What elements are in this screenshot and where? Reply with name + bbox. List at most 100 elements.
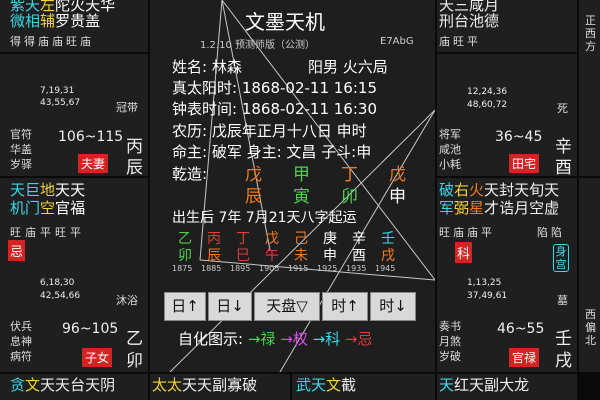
palace-zhi: 戌 — [555, 351, 572, 371]
star-status-2: 陷陷 — [537, 226, 565, 239]
legend-quan: →权 — [280, 330, 308, 348]
star-status: 庙旺平 — [439, 35, 481, 48]
age-range: 36~45 — [495, 129, 543, 145]
star-status: 旺庙平旺平 — [10, 226, 85, 239]
star: 机 — [10, 199, 26, 217]
star-status: 旺庙庙平 — [439, 226, 495, 239]
hour-down-button[interactable]: 时↓ — [370, 292, 416, 321]
star: 巨 — [25, 181, 41, 199]
palace-fuqi[interactable]: 7,19,31 43,55,67 冠带 官符 华盖 岁驿 106~115 丙 辰… — [0, 54, 148, 176]
name-line: 姓名: 林森 — [172, 58, 242, 76]
app-code: E7AbG — [380, 36, 414, 47]
star: 天 — [70, 181, 86, 199]
star: 台 — [70, 376, 86, 394]
shen-palace-badge: 身宫 — [553, 244, 569, 272]
hour-up-button[interactable]: 时↑ — [322, 292, 368, 321]
star: 天 — [55, 376, 71, 394]
lunar-date: 农历: 戊辰年正月十八日 申时 — [172, 122, 367, 140]
palace-name: 子女 — [82, 348, 113, 367]
star: 德 — [484, 12, 500, 30]
dayun-year: 1905 — [259, 264, 280, 273]
palace-top-right[interactable]: 天三咸月 刑台池德 庙旺平 — [437, 0, 577, 52]
star: 副 — [212, 376, 228, 394]
dayun-branch: 戌 — [381, 248, 395, 264]
god-3: 病符 — [10, 350, 32, 363]
star: 副 — [484, 376, 500, 394]
star: 天 — [311, 376, 327, 394]
palace-zinv[interactable]: 天巨地天天 机门空官福 旺庙平旺平 忌 6,18,30 42,54,66 沐浴 … — [0, 178, 148, 372]
tianpan-dropdown[interactable]: 天盘▽ — [254, 292, 320, 321]
dayun-year: 1875 — [172, 264, 193, 273]
dayun-branch: 申 — [323, 248, 337, 264]
bazi-branch-month: 寅 — [293, 187, 310, 207]
legend: 自化图示: →禄 →权 →科 →忌 — [178, 328, 373, 349]
star: 截 — [341, 376, 357, 394]
star: 虚 — [544, 199, 560, 217]
life-phase: 冠带 — [116, 101, 138, 114]
years-line-1: 1,13,25 — [467, 278, 502, 288]
legend-ji: →忌 — [344, 330, 373, 348]
palace-zhi: 酉 — [555, 158, 572, 176]
star: 台 — [454, 12, 470, 30]
direction-label: 正西方 — [585, 14, 596, 53]
day-up-button[interactable]: 日↑ — [164, 292, 206, 321]
direction-column-top: 正西方 — [579, 0, 600, 176]
dayun-branch: 辰 — [207, 248, 221, 264]
legend-label: 自化图示: — [178, 330, 244, 348]
palace-tianzhai[interactable]: 12,24,36 48,60,72 死 将军 咸池 小耗 36~45 辛 酉 田… — [437, 54, 577, 176]
palace-bottom-2[interactable]: 太太天天副寡破 — [150, 374, 290, 400]
star: 空 — [40, 199, 56, 217]
palace-name: 田宅 — [509, 154, 540, 173]
star-row-1: 贪文天天台天阴 — [10, 377, 115, 394]
years-line-1: 12,24,36 — [467, 87, 508, 97]
years-line-2: 43,55,67 — [40, 98, 81, 108]
legend-lu: →禄 — [247, 330, 276, 348]
star-row-2: 刑台池德 — [439, 13, 499, 30]
star: 火 — [469, 181, 485, 199]
dayun-branch: 午 — [265, 248, 279, 264]
star: 右 — [454, 181, 470, 199]
palace-zhi: 辰 — [126, 158, 143, 176]
star: 官 — [55, 199, 71, 217]
star-row-2: 微相辅罗贵盖 — [10, 13, 100, 30]
star: 天 — [40, 376, 56, 394]
years-line-2: 42,54,66 — [40, 291, 81, 301]
dayun-year: 1925 — [317, 264, 338, 273]
star-row-2: 机门空官福 — [10, 200, 85, 217]
palace-bottom-4[interactable]: 天红天副大龙 — [437, 374, 577, 400]
star: 福 — [70, 199, 86, 217]
star: 月 — [514, 199, 530, 217]
god-3: 岁驿 — [10, 158, 32, 171]
star: 相 — [25, 12, 41, 30]
star: 罗 — [55, 12, 71, 30]
years-line-2: 37,49,61 — [467, 291, 508, 301]
star: 空 — [529, 199, 545, 217]
star: 武 — [296, 376, 312, 394]
life-phase: 沐浴 — [116, 294, 138, 307]
day-down-button[interactable]: 日↓ — [208, 292, 252, 321]
palace-guanlu[interactable]: 破右火天封天旬天 军弼星才诰月空虚 旺庙庙平 陷陷 科 身宫 1,13,25 3… — [437, 178, 577, 372]
star: 红 — [454, 376, 470, 394]
god-2: 咸池 — [439, 143, 461, 156]
god-1: 官符 — [10, 128, 32, 141]
star: 封 — [499, 181, 515, 199]
years-line-2: 48,60,72 — [467, 100, 508, 110]
ke-badge: 科 — [455, 242, 473, 263]
star: 军 — [439, 199, 455, 217]
dayun-year: 1945 — [375, 264, 396, 273]
palace-top-left[interactable]: 紫天左陀火天华 微相辅罗贵盖 得得庙庙旺庙 — [0, 0, 148, 52]
dayun-year: 1935 — [346, 264, 367, 273]
palace-bottom-3[interactable]: 武天文截 — [292, 374, 435, 400]
star: 太 — [167, 376, 183, 394]
dayun-branch: 酉 — [352, 248, 366, 264]
star-status: 得得庙庙旺庙 — [10, 35, 94, 48]
palace-name: 夫妻 — [78, 154, 109, 173]
god-2: 月煞 — [439, 335, 461, 348]
god-1: 伏兵 — [10, 320, 32, 333]
solar-time: 真太阳时: 1868-02-11 16:15 — [172, 79, 377, 97]
star: 天 — [544, 181, 560, 199]
palace-bottom-1[interactable]: 贪文天天台天阴 — [0, 374, 148, 400]
legend-ke: →科 — [312, 330, 341, 348]
star: 太 — [152, 376, 168, 394]
age-range: 46~55 — [497, 321, 545, 337]
